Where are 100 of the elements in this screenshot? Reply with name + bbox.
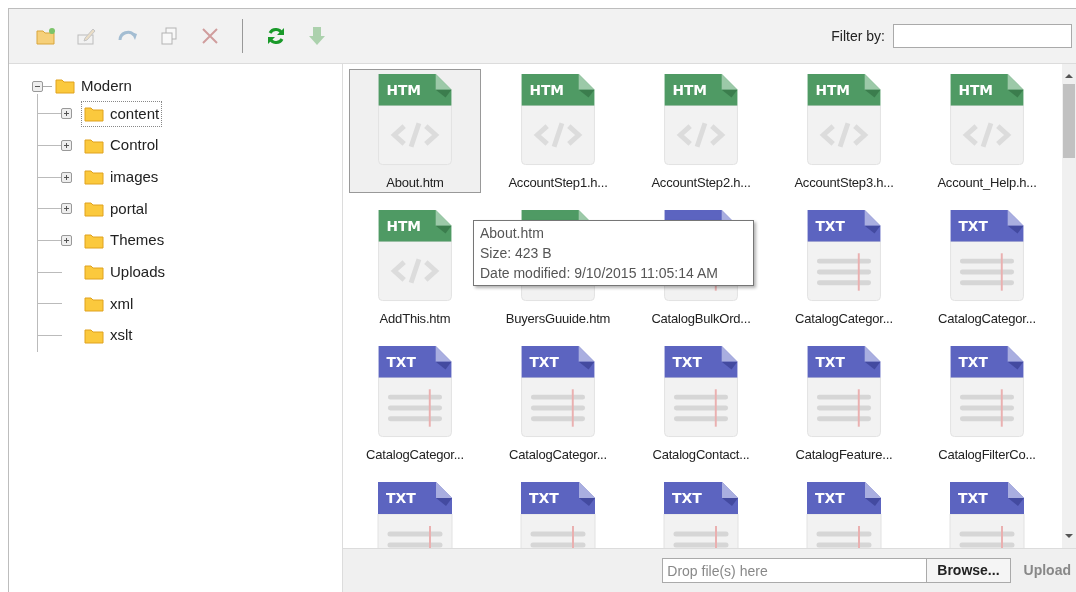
file-type-badge: TXT [664,345,738,378]
tree-item[interactable]: xslt [81,322,136,349]
code-page-icon [807,105,881,165]
scroll-down-icon[interactable] [1065,534,1073,538]
file-name: CatalogCategor... [366,445,464,464]
file-name: Account_Help.h... [937,173,1037,192]
file-name: AccountStep3.h... [794,173,894,192]
file-item[interactable]: HTM AccountStep3.h... [778,69,910,193]
tree-item[interactable]: portal [81,195,151,222]
tree-item[interactable]: Control [81,132,162,159]
folder-icon [84,264,104,281]
text-page-icon [807,377,881,437]
file-type-badge: HTM [378,209,452,242]
file-name: BuyersGuuide.htm [505,309,611,328]
expand-icon[interactable] [61,203,72,215]
file-item[interactable]: TXT CatalogCategor... [778,205,910,329]
filter-label: Filter by: [831,26,885,46]
refresh-icon [265,26,286,46]
file-item[interactable]: HTM AccountStep1.h... [492,69,624,193]
expand-icon[interactable] [61,108,72,120]
expand-icon[interactable] [61,235,72,247]
folder-icon [84,105,104,122]
code-page-icon [664,105,738,165]
file-type-badge: HTM [807,73,881,106]
tooltip-text: Size: 423 B [480,244,552,263]
file-type-badge: HTM [521,73,595,106]
file-name: CatalogCategor... [938,309,1036,328]
file-name: CatalogBulkOrd... [651,309,751,328]
file-name: CatalogFeature... [795,445,893,464]
expand-icon[interactable] [61,171,72,183]
file-type-badge: TXT [807,482,881,514]
folder-icon [84,295,104,312]
tree-item[interactable]: content [81,100,163,127]
text-page-icon [807,241,881,301]
delete-icon [200,27,219,45]
file-item[interactable]: TXT CatalogContact... [635,341,767,465]
file-item[interactable]: TXT CatalogCategor... [921,205,1053,329]
folder-icon [84,327,104,344]
tree-item[interactable]: Uploads [81,259,169,286]
file-type-badge: TXT [664,482,738,514]
file-type-badge: TXT [807,209,881,242]
file-name: CatalogFilterCo... [938,445,1036,464]
file-name: CatalogContact... [652,445,750,464]
folder-icon [84,200,104,217]
folder-icon [55,78,75,94]
file-item[interactable]: HTM Account_Help.h... [921,69,1053,193]
file-type-badge: HTM [664,73,738,106]
tree-item[interactable]: Modern [52,73,135,99]
file-type-badge: HTM [378,73,452,106]
file-name: AccountStep1.h... [508,173,608,192]
expand-icon[interactable] [61,140,72,152]
text-page-icon [521,377,595,437]
edit-icon [76,27,97,45]
copy-icon [159,27,178,45]
file-type-badge: TXT [950,482,1024,514]
folder-icon [84,169,104,186]
file-name: About.htm [386,173,444,192]
tooltip-text: Date modified: 9/10/2015 11:05:14 AM [480,264,718,283]
text-page-icon [950,377,1024,437]
file-name: AccountStep2.h... [651,173,751,192]
file-item[interactable]: TXT CatalogFeature... [778,341,910,465]
file-item[interactable]: TXT CatalogFilterCo... [921,341,1053,465]
tree-item[interactable]: xml [81,290,137,317]
text-page-icon [378,377,452,437]
browse-button[interactable]: Browse... [927,558,1011,583]
file-item[interactable]: TXT CatalogCategor... [349,341,481,465]
code-page-icon [950,105,1024,165]
file-item[interactable]: HTM About.htm [349,69,481,193]
code-page-icon [521,105,595,165]
scrollbar[interactable] [1062,64,1076,548]
file-type-badge: TXT [807,345,881,378]
text-page-icon [950,241,1024,301]
filter-field[interactable] [893,24,1072,48]
tooltip-text: About.htm [480,224,544,243]
file-item[interactable]: TXT CatalogCategor... [492,341,624,465]
scroll-up-icon[interactable] [1065,74,1073,78]
file-type-badge: TXT [950,209,1024,242]
text-page-icon [664,377,738,437]
folder-icon [84,232,104,249]
file-type-badge: TXT [950,345,1024,378]
file-type-badge: TXT [521,482,595,514]
drop-files-field[interactable]: Drop file(s) here [662,558,928,583]
folder-icon [84,137,104,154]
collapse-icon[interactable] [32,80,43,92]
scrollbar-thumb[interactable] [1063,84,1075,158]
new-folder-icon [35,27,56,45]
file-item[interactable]: HTM AddThis.htm [349,205,481,329]
file-name: CatalogCategor... [795,309,893,328]
file-type-badge: TXT [378,345,452,378]
code-page-icon [378,241,452,301]
file-name: AddThis.htm [379,309,451,328]
file-type-badge: TXT [378,482,452,514]
file-name: CatalogCategor... [509,445,607,464]
tree-item[interactable]: images [81,164,162,191]
tree-item[interactable]: Themes [81,227,168,254]
file-item[interactable]: HTM AccountStep2.h... [635,69,767,193]
file-type-badge: TXT [521,345,595,378]
file-type-badge: HTM [950,73,1024,106]
down-arrow-icon [307,26,326,46]
code-page-icon [378,105,452,165]
